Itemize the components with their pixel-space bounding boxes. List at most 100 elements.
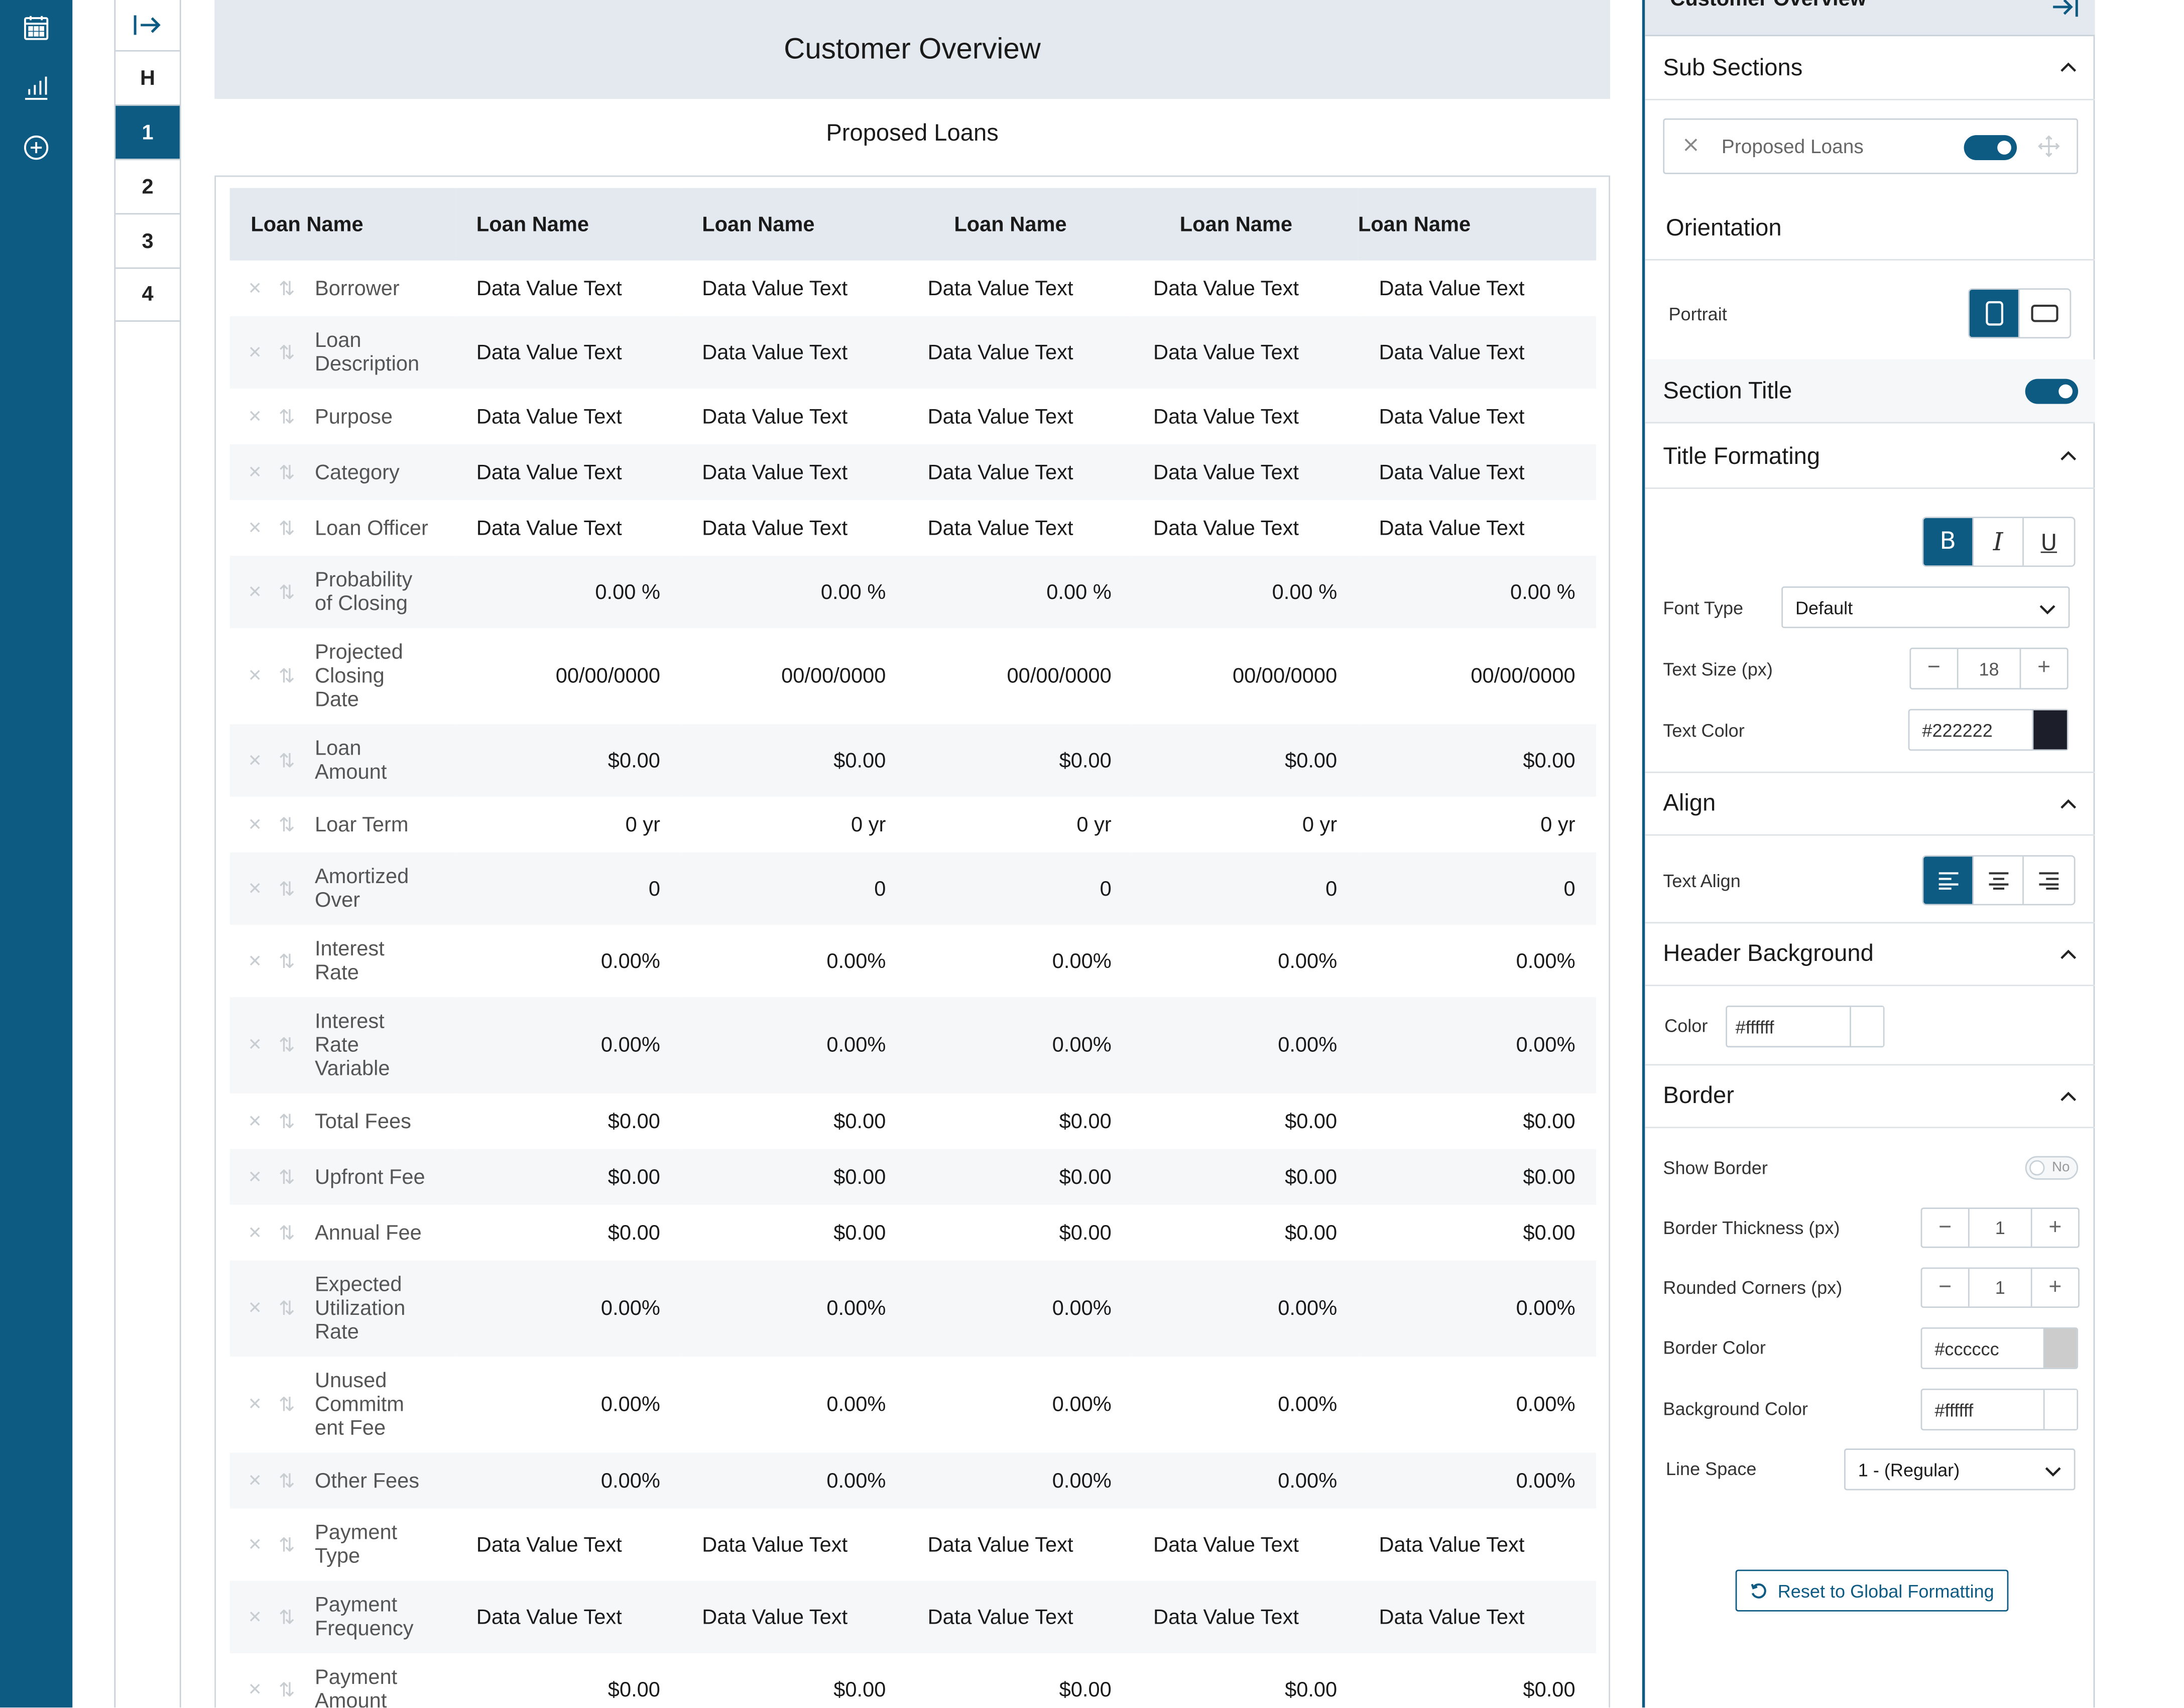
drag-handle-icon[interactable] bbox=[2038, 135, 2060, 164]
remove-row-icon[interactable]: ✕ bbox=[248, 749, 265, 772]
page-button-1[interactable]: 1 bbox=[115, 104, 180, 159]
remove-row-icon[interactable]: ✕ bbox=[248, 1165, 265, 1189]
background-color-value[interactable]: #ffffff bbox=[1922, 1390, 2043, 1429]
column-header[interactable]: Loan Name bbox=[229, 188, 456, 261]
sort-icon[interactable]: ⇅ bbox=[279, 664, 298, 688]
remove-row-icon[interactable]: ✕ bbox=[248, 277, 265, 300]
sort-icon[interactable]: ⇅ bbox=[279, 516, 298, 540]
column-header[interactable]: Loan Name bbox=[907, 188, 1133, 261]
background-color-input[interactable]: #ffffff bbox=[1920, 1388, 2079, 1431]
sort-icon[interactable]: ⇅ bbox=[279, 1033, 298, 1057]
sort-icon[interactable]: ⇅ bbox=[279, 813, 298, 836]
sort-icon[interactable]: ⇅ bbox=[279, 1533, 298, 1556]
page-button-3[interactable]: 3 bbox=[115, 213, 180, 268]
sort-icon[interactable]: ⇅ bbox=[279, 340, 298, 364]
border-color-value[interactable]: #cccccc bbox=[1922, 1329, 2043, 1368]
sort-icon[interactable]: ⇅ bbox=[279, 1605, 298, 1629]
landscape-icon[interactable] bbox=[2020, 290, 2070, 337]
border-header[interactable]: Border bbox=[1645, 1064, 2095, 1129]
remove-row-icon[interactable]: ✕ bbox=[248, 1033, 265, 1057]
page-button-h[interactable]: H bbox=[115, 50, 180, 105]
align-center-icon[interactable] bbox=[1974, 857, 2024, 904]
italic-icon[interactable]: I bbox=[1974, 518, 2024, 566]
remove-row-icon[interactable]: ✕ bbox=[248, 1605, 265, 1629]
align-right-icon[interactable] bbox=[2024, 857, 2074, 904]
background-color-swatch[interactable] bbox=[2043, 1390, 2077, 1429]
remove-row-icon[interactable]: ✕ bbox=[248, 1297, 265, 1320]
show-border-toggle[interactable]: No bbox=[2025, 1156, 2079, 1180]
underline-icon[interactable]: U bbox=[2024, 518, 2074, 565]
align-header[interactable]: Align bbox=[1645, 771, 2095, 836]
collapse-panel-icon[interactable] bbox=[2049, 0, 2080, 27]
section-title-toggle[interactable] bbox=[2025, 379, 2079, 404]
sort-icon[interactable]: ⇅ bbox=[279, 1165, 298, 1189]
header-color-swatch[interactable] bbox=[1850, 1007, 1883, 1046]
increment-icon[interactable]: + bbox=[2021, 649, 2067, 688]
collapse-panel-icon[interactable] bbox=[115, 0, 180, 50]
sort-icon[interactable]: ⇅ bbox=[279, 949, 298, 973]
border-thickness-value[interactable]: 1 bbox=[1968, 1209, 2032, 1247]
remove-row-icon[interactable]: ✕ bbox=[248, 813, 265, 836]
decrement-icon[interactable]: − bbox=[1922, 1269, 1968, 1306]
text-size-value[interactable]: 18 bbox=[1957, 649, 2021, 688]
align-left-icon[interactable] bbox=[1923, 857, 1974, 904]
line-space-select[interactable]: 1 - (Regular) bbox=[1844, 1448, 2076, 1491]
remove-row-icon[interactable]: ✕ bbox=[248, 1393, 265, 1416]
sort-icon[interactable]: ⇅ bbox=[279, 580, 298, 603]
header-background-header[interactable]: Header Background bbox=[1645, 922, 2095, 987]
border-color-swatch[interactable] bbox=[2043, 1328, 2077, 1368]
remove-row-icon[interactable]: ✕ bbox=[248, 405, 265, 428]
increment-icon[interactable]: + bbox=[2032, 1269, 2079, 1306]
sub-sections-header[interactable]: Sub Sections bbox=[1645, 36, 2095, 100]
header-color-value[interactable]: #ffffff bbox=[1727, 1007, 1850, 1046]
remove-row-icon[interactable]: ✕ bbox=[248, 1533, 265, 1556]
remove-row-icon[interactable]: ✕ bbox=[248, 460, 265, 484]
remove-row-icon[interactable]: ✕ bbox=[248, 1469, 265, 1492]
text-color-swatch[interactable] bbox=[2032, 710, 2067, 750]
column-header[interactable]: Loan Name bbox=[1358, 188, 1597, 261]
remove-row-icon[interactable]: ✕ bbox=[248, 516, 265, 540]
column-header[interactable]: Loan Name bbox=[1132, 188, 1358, 261]
header-color-input[interactable]: #ffffff bbox=[1726, 1005, 1885, 1048]
decrement-icon[interactable]: − bbox=[1911, 649, 1957, 688]
border-color-input[interactable]: #cccccc bbox=[1920, 1327, 2079, 1370]
sort-icon[interactable]: ⇅ bbox=[279, 1678, 298, 1701]
font-type-select[interactable]: Default bbox=[1781, 586, 2070, 629]
sort-icon[interactable]: ⇅ bbox=[279, 405, 298, 428]
remove-icon[interactable] bbox=[1682, 135, 1699, 160]
sort-icon[interactable]: ⇅ bbox=[279, 1297, 298, 1320]
remove-row-icon[interactable]: ✕ bbox=[248, 580, 265, 603]
remove-row-icon[interactable]: ✕ bbox=[248, 664, 265, 688]
page-button-4[interactable]: 4 bbox=[115, 267, 180, 322]
add-circle-icon[interactable] bbox=[20, 131, 53, 165]
sort-icon[interactable]: ⇅ bbox=[279, 749, 298, 772]
bar-chart-icon[interactable] bbox=[20, 71, 53, 104]
text-color-value[interactable]: #222222 bbox=[1909, 710, 2032, 750]
sort-icon[interactable]: ⇅ bbox=[279, 1469, 298, 1492]
title-formatting-header[interactable]: Title Formating bbox=[1645, 425, 2095, 489]
bold-icon[interactable]: B bbox=[1923, 518, 1974, 566]
sub-section-toggle[interactable] bbox=[1964, 135, 2017, 161]
remove-row-icon[interactable]: ✕ bbox=[248, 877, 265, 900]
remove-row-icon[interactable]: ✕ bbox=[248, 1110, 265, 1133]
sort-icon[interactable]: ⇅ bbox=[279, 277, 298, 300]
sort-icon[interactable]: ⇅ bbox=[279, 877, 298, 900]
sort-icon[interactable]: ⇅ bbox=[279, 1221, 298, 1245]
remove-row-icon[interactable]: ✕ bbox=[248, 949, 265, 973]
sort-icon[interactable]: ⇅ bbox=[279, 1110, 298, 1133]
column-header[interactable]: Loan Name bbox=[681, 188, 907, 261]
remove-row-icon[interactable]: ✕ bbox=[248, 340, 265, 364]
sort-icon[interactable]: ⇅ bbox=[279, 460, 298, 484]
increment-icon[interactable]: + bbox=[2032, 1209, 2079, 1247]
page-button-2[interactable]: 2 bbox=[115, 159, 180, 213]
text-color-input[interactable]: #222222 bbox=[1908, 709, 2069, 751]
remove-row-icon[interactable]: ✕ bbox=[248, 1678, 265, 1701]
decrement-icon[interactable]: − bbox=[1922, 1209, 1968, 1247]
column-header[interactable]: Loan Name bbox=[455, 188, 681, 261]
sort-icon[interactable]: ⇅ bbox=[279, 1393, 298, 1416]
portrait-icon[interactable] bbox=[1969, 290, 2020, 337]
calendar-icon[interactable] bbox=[20, 11, 53, 45]
reset-global-formatting-button[interactable]: Reset to Global Formatting bbox=[1735, 1569, 2009, 1612]
remove-row-icon[interactable]: ✕ bbox=[248, 1221, 265, 1245]
rounded-corners-value[interactable]: 1 bbox=[1968, 1269, 2032, 1307]
